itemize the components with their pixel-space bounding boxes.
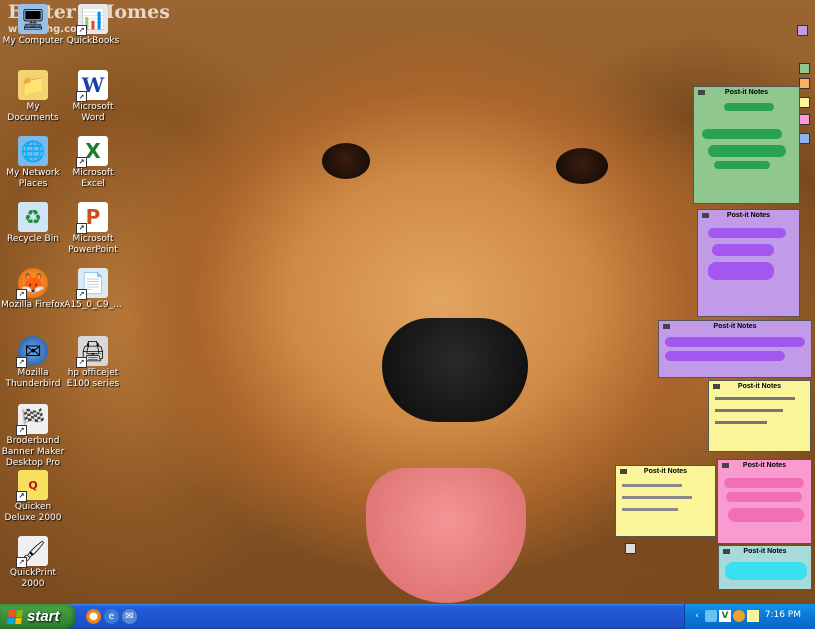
file-icon: 📄 ↗ (76, 268, 108, 300)
sticky-note-purple-wide[interactable]: Post-it Notes (658, 320, 812, 378)
redacted-text (714, 161, 770, 169)
powerpoint-icon: P ↗ (76, 202, 108, 234)
redacted-text (712, 244, 774, 256)
network-icon: 🌐 (18, 136, 48, 166)
redacted-text (728, 508, 804, 522)
desktop-icon-microsoft-word[interactable]: W ↗ Microsoft Word (60, 70, 126, 124)
folder-icon: 📁 (18, 70, 48, 100)
recycle-bin-icon: ♻ (18, 202, 48, 232)
redacted-text (665, 337, 805, 347)
redacted-text (622, 496, 692, 499)
note-menu-icon[interactable] (723, 549, 730, 554)
start-button[interactable]: start (0, 604, 76, 629)
redacted-text (708, 145, 786, 157)
clock[interactable]: 7:16 PM (765, 610, 801, 620)
taskbar: start ● e ✉ ‹ V 7:16 PM (0, 604, 815, 629)
dog-eye-left (322, 143, 370, 179)
thunderbird-icon: ✉ ↗ (16, 336, 48, 368)
desktop-icon-mozilla-thunderbird[interactable]: ✉ ↗ Mozilla Thunderbird (0, 336, 66, 390)
desktop-icon-a15-file[interactable]: 📄 ↗ A15_0_C9_... (60, 268, 126, 311)
update-tray-icon[interactable] (733, 610, 745, 622)
tray-arrow-icon[interactable]: ‹ (691, 610, 703, 622)
firefox-icon[interactable]: ● (86, 609, 101, 624)
sticky-note-green[interactable]: Post-it Notes (693, 86, 800, 204)
desktop-icon-hp-officejet[interactable]: 🖨 ↗ hp officejet E100 series (60, 336, 126, 390)
firefox-icon: 🦊 ↗ (16, 268, 48, 300)
redacted-text (708, 262, 774, 280)
note-launcher-purple-icon[interactable] (797, 25, 808, 36)
desktop-icon-my-network-places[interactable]: 🌐 My Network Places (0, 136, 66, 190)
redacted-text (702, 129, 782, 139)
note-launcher-grey-icon[interactable] (625, 543, 636, 554)
redacted-text (724, 103, 774, 111)
sticky-note-titlebar[interactable]: Post-it Notes (709, 381, 810, 392)
sticky-note-titlebar[interactable]: Post-it Notes (718, 460, 811, 471)
quickbooks-icon: 📊 ↗ (76, 4, 108, 36)
desktop-icon-quickprint[interactable]: 🖌 ↗ QuickPrint 2000 (0, 536, 66, 590)
desktop: Better Homes www.bhg.com 🖥 My Computer 📊… (0, 0, 815, 604)
sticky-note-titlebar[interactable]: Post-it Notes (694, 87, 799, 98)
note-launcher-orange-icon[interactable] (799, 78, 810, 89)
redacted-text (715, 421, 767, 424)
desktop-icon-my-computer[interactable]: 🖥 My Computer (0, 4, 66, 47)
ie-icon[interactable]: e (104, 609, 119, 624)
note-menu-icon[interactable] (663, 324, 670, 329)
note-menu-icon[interactable] (702, 213, 709, 218)
desktop-icon-my-documents[interactable]: 📁 My Documents (0, 70, 66, 124)
redacted-text (715, 397, 795, 400)
sticky-note-titlebar[interactable]: Post-it Notes (616, 466, 715, 477)
sticky-note-titlebar[interactable]: Post-it Notes (719, 546, 811, 557)
post-it-tray-icon[interactable] (747, 610, 759, 622)
sticky-note-purple[interactable]: Post-it Notes (697, 209, 800, 317)
note-menu-icon[interactable] (713, 384, 720, 389)
note-menu-icon[interactable] (722, 463, 729, 468)
redacted-text (724, 478, 804, 488)
redacted-text (665, 351, 785, 361)
desktop-icon-microsoft-excel[interactable]: X ↗ Microsoft Excel (60, 136, 126, 190)
note-menu-icon[interactable] (620, 469, 627, 474)
note-launcher-yellow-icon[interactable] (799, 97, 810, 108)
note-launcher-blue-icon[interactable] (799, 133, 810, 144)
desktop-icon-banner-maker[interactable]: 🏁 ↗ Broderbund Banner Maker Desktop Pro (0, 404, 66, 469)
redacted-text (715, 409, 783, 412)
desktop-icon-mozilla-firefox[interactable]: 🦊 ↗ Mozilla Firefox (0, 268, 66, 311)
desktop-icon-quicken-deluxe[interactable]: Q ↗ Quicken Deluxe 2000 (0, 470, 66, 524)
redacted-text (725, 562, 807, 580)
note-menu-icon[interactable] (698, 90, 705, 95)
system-tray: ‹ V 7:16 PM (684, 604, 815, 629)
quickprint-icon: 🖌 ↗ (16, 536, 48, 568)
sticky-note-teal[interactable]: Post-it Notes (718, 545, 812, 590)
dog-tongue (366, 468, 526, 603)
computer-icon: 🖥 (18, 4, 48, 34)
redacted-text (708, 228, 786, 238)
redacted-text (622, 508, 678, 511)
sticky-note-yellow-top[interactable]: Post-it Notes (708, 380, 811, 452)
windows-logo-icon (7, 609, 23, 624)
sticky-note-yellow-bottom[interactable]: Post-it Notes (615, 465, 716, 537)
start-label: start (27, 608, 60, 625)
banner-icon: 🏁 ↗ (16, 404, 48, 436)
note-launcher-pink-icon[interactable] (799, 114, 810, 125)
sticky-note-pink[interactable]: Post-it Notes (717, 459, 812, 544)
word-icon: W ↗ (76, 70, 108, 102)
dog-nose (382, 318, 528, 422)
redacted-text (726, 492, 802, 502)
desktop-icon-microsoft-powerpoint[interactable]: P ↗ Microsoft PowerPoint (60, 202, 126, 256)
sticky-note-titlebar[interactable]: Post-it Notes (659, 321, 811, 332)
redacted-text (622, 484, 682, 487)
dog-eye-right (556, 148, 608, 184)
sticky-note-titlebar[interactable]: Post-it Notes (698, 210, 799, 221)
desktop-icon-quickbooks[interactable]: 📊 ↗ QuickBooks (60, 4, 126, 47)
note-launcher-green-icon[interactable] (799, 63, 810, 74)
thunderbird-icon[interactable]: ✉ (122, 609, 137, 624)
antivirus-tray-icon[interactable]: V (719, 610, 731, 622)
network-tray-icon[interactable] (705, 610, 717, 622)
excel-icon: X ↗ (76, 136, 108, 168)
quicken-icon: Q ↗ (16, 470, 48, 502)
desktop-icon-recycle-bin[interactable]: ♻ Recycle Bin (0, 202, 66, 245)
printer-icon: 🖨 ↗ (76, 336, 108, 368)
